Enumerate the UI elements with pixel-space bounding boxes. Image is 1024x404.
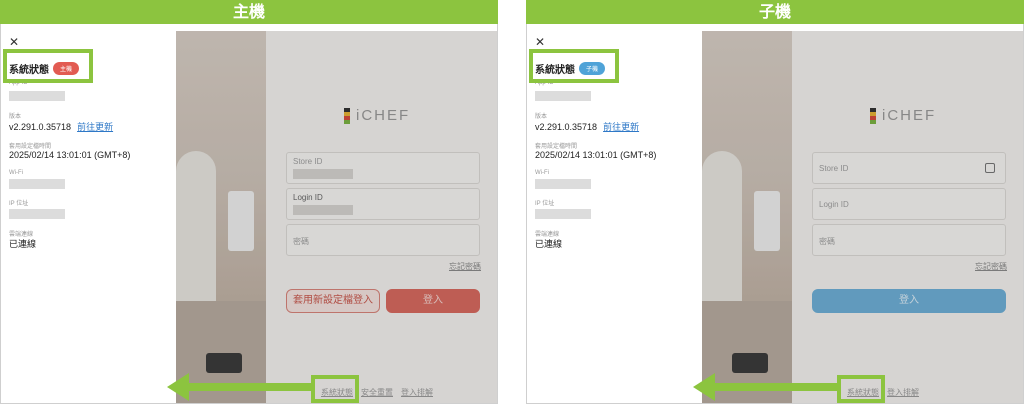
panel-header: 主機 bbox=[0, 0, 498, 24]
system-status-sidebar: ✕ 系統狀態 子機 App-ID 版本 v2.291.0.35718 前往更新 套… bbox=[527, 31, 702, 403]
status-title-highlight bbox=[3, 49, 93, 83]
wifi-value bbox=[9, 179, 65, 189]
ip-value bbox=[9, 209, 65, 219]
panel-main-device: 主機 iCHEF Store ID Login ID 密碼 忘記密碼 套用新設定… bbox=[0, 0, 498, 404]
login-troubleshoot-link[interactable]: 登入排解 bbox=[401, 387, 433, 398]
panel-header: 子機 bbox=[526, 0, 1024, 24]
cloud-status-value: 已連線 bbox=[535, 239, 563, 249]
panel-sub-device: 子機 iCHEF Store ID Login ID 密碼 忘記密碼 登入 ✕ … bbox=[526, 0, 1024, 404]
arrow-shaft bbox=[713, 383, 839, 391]
system-status-link-highlight bbox=[311, 375, 359, 403]
version-value: v2.291.0.35718 前往更新 bbox=[9, 122, 114, 132]
arrow-shaft bbox=[187, 383, 313, 391]
update-link[interactable]: 前往更新 bbox=[77, 122, 113, 132]
modal-overlay[interactable] bbox=[176, 31, 497, 403]
config-time-value: 2025/02/14 13:01:01 (GMT+8) bbox=[535, 150, 657, 160]
device-screen: iCHEF Store ID Login ID 密碼 忘記密碼 套用新設定檔登入… bbox=[1, 31, 497, 403]
close-icon[interactable]: ✕ bbox=[535, 35, 545, 49]
cloud-status-value: 已連線 bbox=[9, 239, 37, 249]
ip-value bbox=[535, 209, 591, 219]
device-screen: iCHEF Store ID Login ID 密碼 忘記密碼 登入 ✕ 系統狀… bbox=[527, 31, 1023, 403]
status-title-highlight bbox=[529, 49, 619, 83]
appid-value bbox=[9, 91, 65, 101]
arrow-left-icon bbox=[693, 373, 715, 401]
update-link[interactable]: 前往更新 bbox=[603, 122, 639, 132]
safe-reset-link[interactable]: 安全重置 bbox=[361, 387, 393, 398]
wifi-value bbox=[535, 179, 591, 189]
appid-value bbox=[535, 91, 591, 101]
system-status-sidebar: ✕ 系統狀態 主機 App-ID 版本 v2.291.0.35718 前往更新 套… bbox=[1, 31, 176, 403]
modal-overlay[interactable] bbox=[702, 31, 1023, 403]
close-icon[interactable]: ✕ bbox=[9, 35, 19, 49]
login-troubleshoot-link[interactable]: 登入排解 bbox=[887, 387, 919, 398]
system-status-link-highlight bbox=[837, 375, 885, 403]
version-value: v2.291.0.35718 前往更新 bbox=[535, 122, 640, 132]
arrow-left-icon bbox=[167, 373, 189, 401]
config-time-value: 2025/02/14 13:01:01 (GMT+8) bbox=[9, 150, 131, 160]
